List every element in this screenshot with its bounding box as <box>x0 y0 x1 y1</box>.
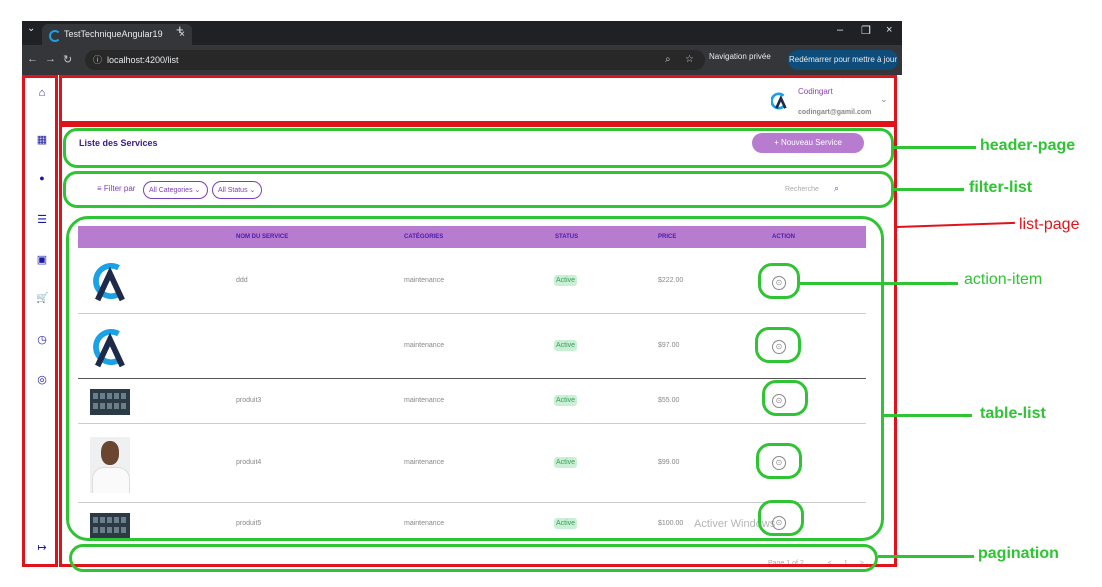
back-button[interactable]: ← <box>27 53 38 65</box>
site-info-icon[interactable]: ⓘ <box>93 50 102 70</box>
list-page-connector <box>896 221 1015 228</box>
action-item-highlight <box>758 500 804 536</box>
table-list-label: table-list <box>980 405 1046 422</box>
action-item-connector <box>800 282 958 285</box>
pagination-label-annotation: pagination <box>978 545 1059 562</box>
action-item-label: action-item <box>964 271 1043 288</box>
bookmark-star-icon[interactable]: ☆ <box>685 50 694 70</box>
action-item-highlight <box>755 327 801 363</box>
pagination-connector <box>878 555 974 558</box>
action-item-highlight <box>758 263 800 299</box>
sidebar-highlight <box>22 75 58 567</box>
restore-button[interactable]: ❐ <box>861 24 871 37</box>
private-browsing-label: Navigation privée <box>709 52 771 61</box>
tab-favicon-icon <box>49 30 61 42</box>
browser-address-bar: ← → ↻ ⓘ localhost:4200/list ⌕ ☆ Navigati… <box>22 45 902 84</box>
pagination-highlight <box>69 544 878 572</box>
filter-list-highlight <box>63 171 894 208</box>
browser-tab[interactable]: TestTechniqueAngular19 × <box>42 24 192 45</box>
tab-title: TestTechniqueAngular19 <box>64 29 163 39</box>
minimize-button[interactable]: – <box>837 24 843 36</box>
restart-update-button[interactable]: Redémarrer pour mettre à jour ⋮ <box>788 50 898 84</box>
top-header-highlight <box>59 75 897 124</box>
action-item-highlight <box>756 443 802 479</box>
close-window-button[interactable]: × <box>886 24 892 36</box>
filter-list-connector <box>894 188 964 191</box>
action-item-highlight <box>762 380 808 416</box>
url-input[interactable]: ⓘ localhost:4200/list ⌕ ☆ <box>85 50 705 70</box>
new-tab-button[interactable]: + <box>176 22 184 37</box>
browser-tab-bar: ⌄ TestTechniqueAngular19 × + – ❐ × <box>22 21 902 45</box>
header-page-connector <box>894 146 976 149</box>
forward-button[interactable]: → <box>45 53 56 65</box>
header-page-label: header-page <box>980 137 1076 154</box>
table-list-connector <box>884 414 972 417</box>
table-list-highlight <box>66 216 884 541</box>
filter-list-label: filter-list <box>969 179 1033 196</box>
tab-search-icon[interactable]: ⌄ <box>27 23 35 34</box>
header-page-highlight <box>63 128 894 168</box>
reload-button[interactable]: ↻ <box>63 53 72 66</box>
url-text: localhost:4200/list <box>107 55 179 65</box>
zoom-icon[interactable]: ⌕ <box>665 50 671 70</box>
list-page-label: list-page <box>1019 216 1080 233</box>
